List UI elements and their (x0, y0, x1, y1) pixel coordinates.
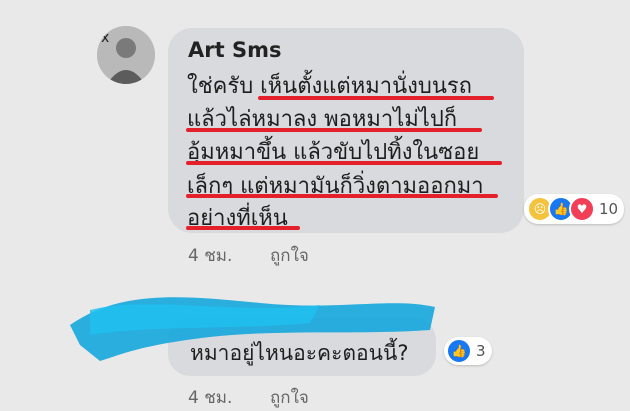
comment-author-name[interactable]: Art Sms (188, 38, 281, 62)
reply-text: หมาอยู่ไหนอะคะตอนนี้? (190, 341, 409, 365)
svg-text:x: x (101, 30, 109, 46)
love-heart-icon: ♥ (569, 196, 595, 222)
avatar-photo: x (97, 26, 155, 84)
reaction-count: 10 (599, 200, 619, 218)
avatar[interactable]: x (97, 26, 155, 84)
red-underline (186, 161, 502, 165)
red-underline (186, 128, 482, 132)
like-thumb-icon: 👍 (446, 338, 472, 364)
reaction-summary[interactable]: 👍 3 (444, 337, 492, 365)
red-underline (186, 226, 300, 230)
reaction-count: 3 (476, 342, 486, 360)
comment-timestamp[interactable]: 4 ชม. (188, 384, 232, 411)
red-underline (258, 96, 494, 100)
comment-timestamp[interactable]: 4 ชม. (188, 242, 232, 269)
like-link[interactable]: ถูกใจ (270, 384, 309, 411)
like-link[interactable]: ถูกใจ (270, 242, 309, 269)
red-underline (186, 194, 498, 198)
reaction-summary[interactable]: ☹ 👍 ♥ 10 (524, 194, 625, 224)
